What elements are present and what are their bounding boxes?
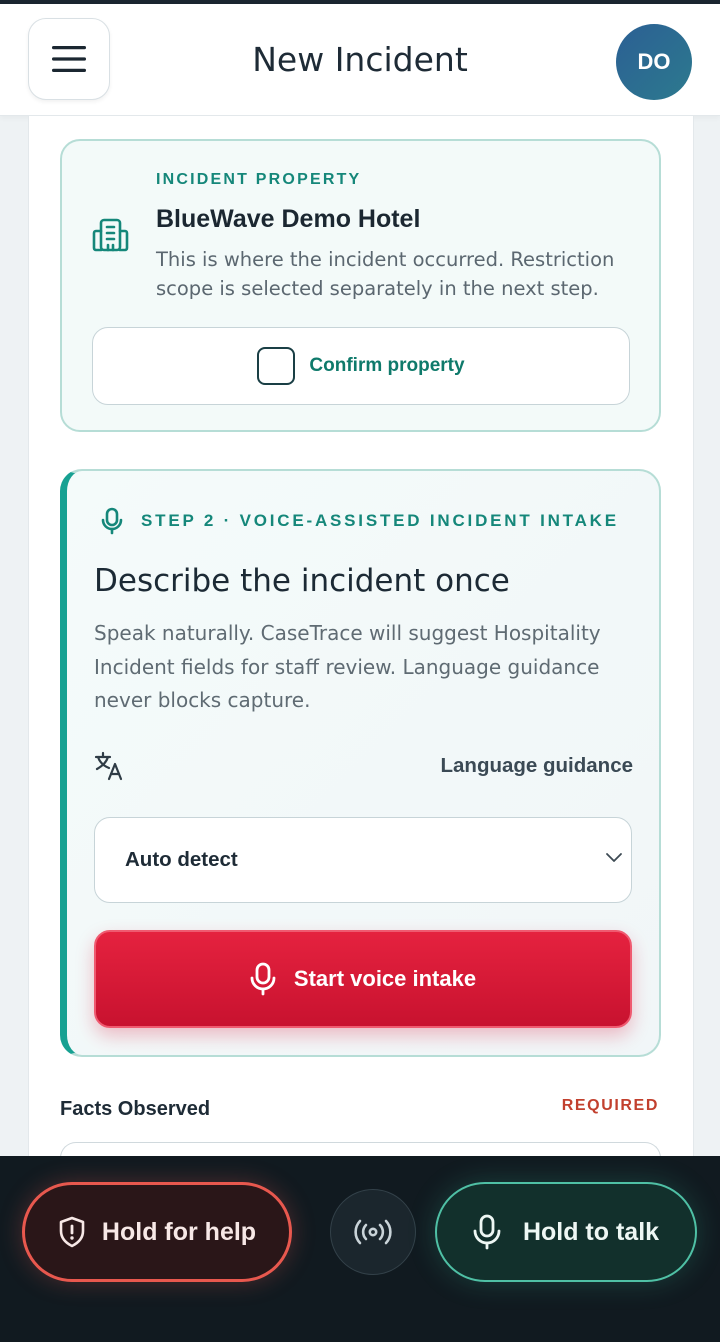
- broadcast-icon: [354, 1219, 392, 1245]
- incident-property-card: INCIDENT PROPERTY BlueWave Demo Hotel Th…: [60, 139, 661, 432]
- bottom-action-bar: Hold for help Hold to talk: [0, 1156, 720, 1342]
- translate-icon: [94, 751, 123, 781]
- hold-to-talk-label: Hold to talk: [522, 1217, 660, 1246]
- hold-for-help-label: Hold for help: [101, 1217, 257, 1246]
- building-icon: [92, 218, 129, 252]
- facts-observed-label: Facts Observed: [60, 1098, 211, 1120]
- page-title: New Incident: [252, 40, 468, 79]
- start-voice-intake-label: Start voice intake: [293, 966, 477, 991]
- broadcast-button[interactable]: [330, 1189, 416, 1275]
- hold-for-help-button[interactable]: Hold for help: [22, 1182, 292, 1282]
- voice-intake-description: Speak naturally. CaseTrace will suggest …: [94, 621, 601, 712]
- voice-intake-title: Describe the incident once: [94, 563, 510, 599]
- language-guidance-label: Language guidance: [440, 754, 634, 777]
- confirm-property-button[interactable]: Confirm property: [92, 327, 630, 405]
- microphone-icon: [250, 962, 276, 996]
- microphone-icon: [101, 507, 123, 535]
- property-eyebrow: INCIDENT PROPERTY: [156, 171, 362, 188]
- start-voice-intake-button[interactable]: Start voice intake: [94, 930, 632, 1028]
- required-badge: REQUIRED: [561, 1097, 659, 1114]
- step-header: STEP 2 · VOICE-ASSISTED INCIDENT INTAKE: [101, 507, 619, 535]
- voice-intake-card: STEP 2 · VOICE-ASSISTED INCIDENT INTAKE …: [60, 469, 661, 1057]
- app-header: New Incident DO: [0, 4, 720, 116]
- shield-alert-icon: [59, 1216, 85, 1248]
- language-select[interactable]: Auto detect: [94, 817, 632, 903]
- step-label: STEP 2 · VOICE-ASSISTED INCIDENT INTAKE: [141, 511, 619, 530]
- language-select-value: Auto detect: [125, 848, 238, 871]
- microphone-icon: [473, 1214, 501, 1250]
- confirm-property-label: Confirm property: [309, 355, 465, 376]
- confirm-property-checkbox[interactable]: [257, 347, 296, 385]
- hold-to-talk-button[interactable]: Hold to talk: [435, 1182, 697, 1282]
- property-description: This is where the incident occurred. Res…: [156, 248, 615, 300]
- chevron-down-icon: [606, 853, 622, 862]
- property-name: BlueWave Demo Hotel: [156, 205, 421, 233]
- avatar[interactable]: DO: [616, 24, 692, 100]
